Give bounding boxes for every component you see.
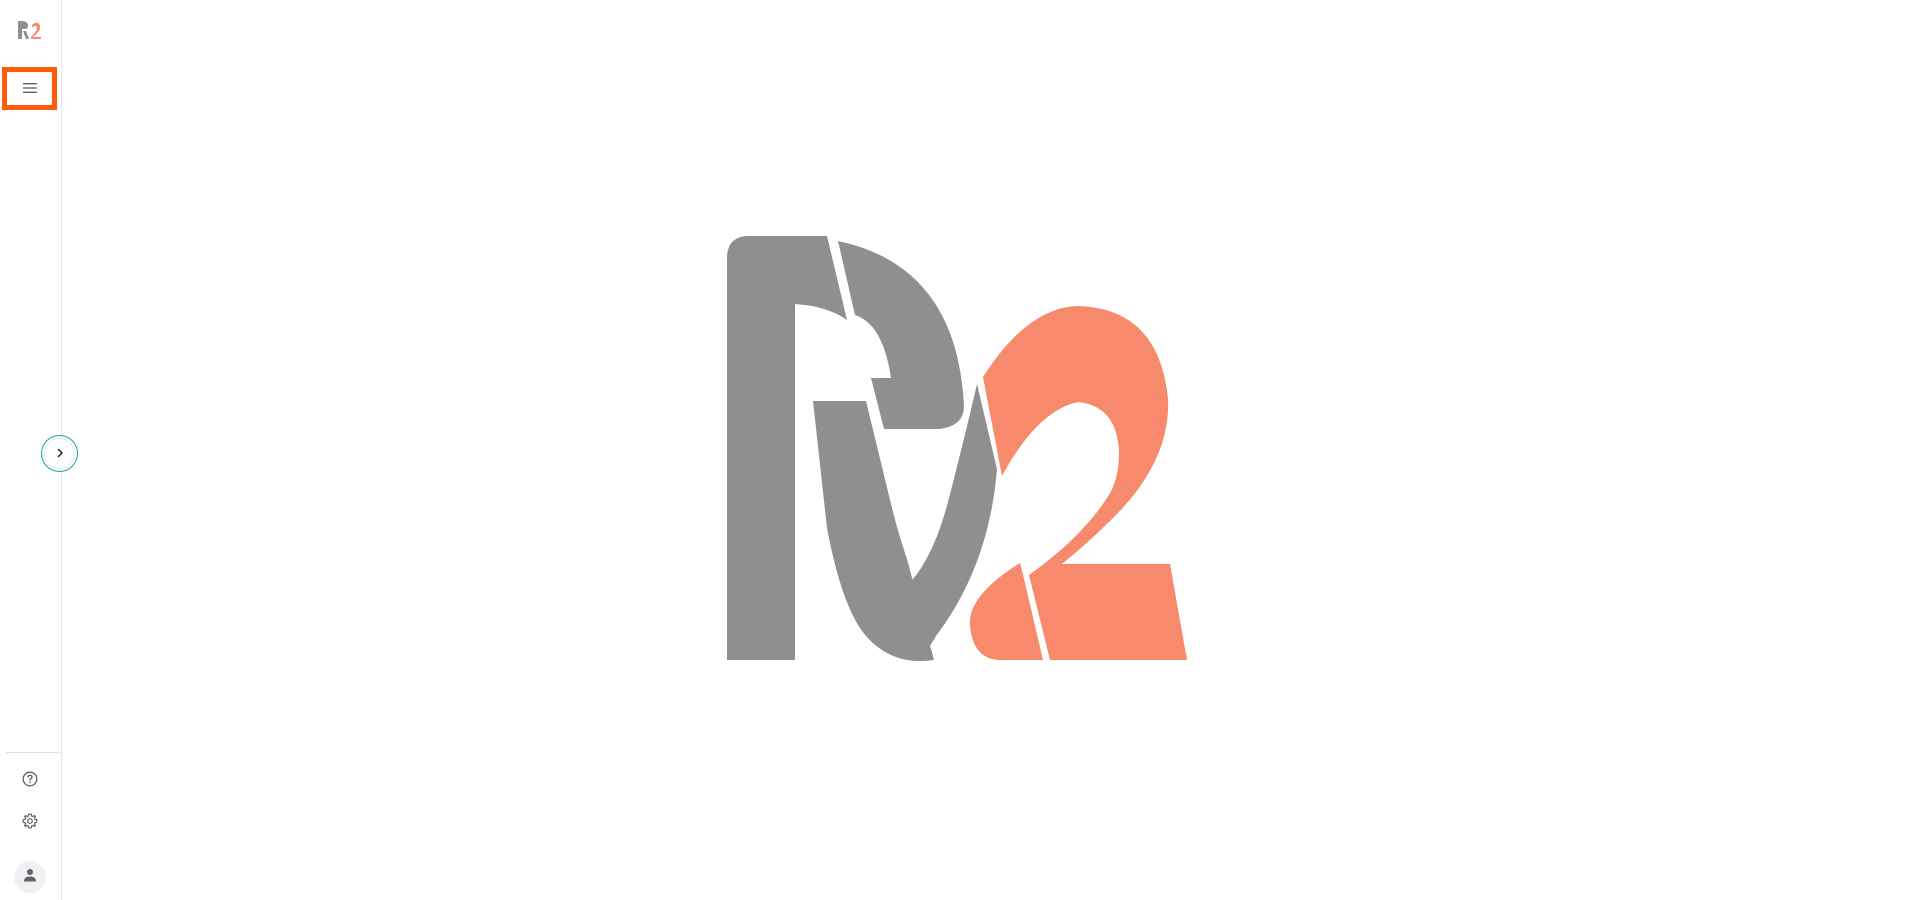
menu-button-focus-ring <box>6 71 53 106</box>
user-avatar-button[interactable] <box>14 861 46 893</box>
hamburger-menu-icon <box>22 80 37 98</box>
help-circle-icon <box>22 771 38 792</box>
user-icon <box>23 868 37 887</box>
expand-button-ring <box>44 438 75 469</box>
main-content <box>63 0 1908 900</box>
settings-button[interactable] <box>20 813 40 833</box>
gear-icon <box>22 813 38 834</box>
expand-sidebar-button[interactable] <box>41 435 78 472</box>
r2-splash-logo <box>727 236 1347 676</box>
help-button[interactable] <box>20 771 40 791</box>
menu-button[interactable] <box>2 67 57 110</box>
chevron-right-icon <box>55 445 65 463</box>
sidebar-divider <box>6 752 61 753</box>
r2-logo-icon[interactable] <box>17 20 43 40</box>
app-window <box>0 0 1908 900</box>
